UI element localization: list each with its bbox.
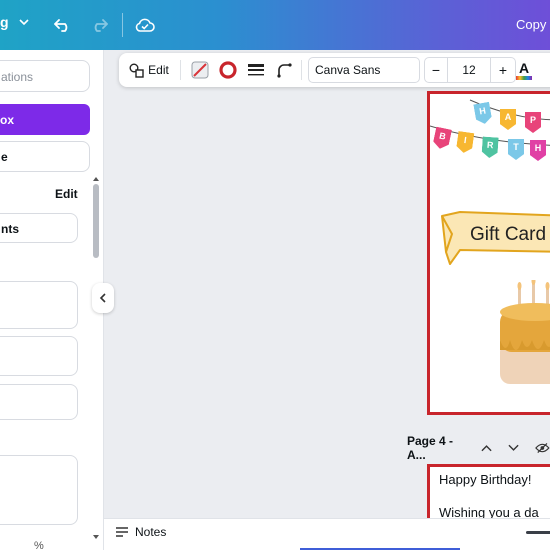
more-options-icon[interactable] [545,53,550,87]
gift-card-title: Gift Card [470,224,547,245]
primary-action-button[interactable]: ox [0,104,90,135]
scrollbar[interactable] [92,176,100,542]
page-controls: Page 4 - A... [407,434,550,462]
border-weight-icon [248,64,264,76]
scroll-up-icon[interactable] [92,176,100,182]
cloud-saved-icon[interactable] [134,14,156,36]
no-fill-icon [191,61,209,79]
list-item[interactable]: nts [0,213,78,243]
edit-link[interactable]: Edit [55,187,78,201]
top-bar: g Copy o [0,0,550,50]
panel-card[interactable] [0,455,78,525]
font-family-select[interactable]: Canva Sans [308,57,420,83]
corner-rounding-button[interactable] [273,53,295,87]
search-placeholder: ations [1,70,34,84]
page-title-label[interactable]: Page 4 - A... [407,434,469,462]
toolbar-divider [301,60,302,80]
notes-icon [116,527,128,537]
zoom-slider[interactable] [526,531,550,534]
secondary-action-label: e [1,150,8,164]
font-size-decrease-button[interactable]: − [425,62,447,78]
border-color-icon [219,61,237,79]
notes-button[interactable]: Notes [115,525,166,539]
chevron-down-icon[interactable] [508,443,519,453]
chevron-down-icon [18,17,29,27]
corner-rounding-icon [277,63,292,78]
notes-label: Notes [135,525,167,539]
edit-button-label: Edit [148,63,169,77]
color-swatch-bar [516,75,532,80]
element-toolbar: Edit Canva Sans − 12 + A [119,53,550,87]
search-input[interactable]: ations [0,60,90,92]
design-page-4[interactable]: H A P B I R T H D Gift Card [427,91,550,415]
font-size-stepper: − 12 + [424,57,516,83]
scroll-down-icon[interactable] [92,534,100,540]
page5-heading: Happy Birthday! [439,472,532,487]
chevron-left-icon [99,293,106,303]
file-menu-label: g [0,14,9,30]
undo-icon[interactable] [52,14,74,36]
text-color-button[interactable]: A [513,53,535,87]
redo-icon[interactable] [88,14,110,36]
file-menu[interactable]: g [0,14,29,30]
shapes-icon [129,63,144,78]
bottom-bar: Notes [104,518,550,550]
chevron-up-icon[interactable] [481,443,492,453]
collapse-panel-button[interactable] [92,283,114,313]
font-size-input[interactable]: 12 [447,58,491,82]
toolbar-divider [180,60,181,80]
left-side-panel: ations ox e Edit nts % [0,50,104,550]
border-style-button[interactable] [245,53,267,87]
edit-image-button[interactable]: Edit [125,53,173,87]
font-family-value: Canva Sans [315,63,381,77]
panel-card[interactable] [0,281,78,329]
birthday-cake-icon [500,280,550,384]
secondary-action-button[interactable]: e [0,141,90,172]
scrollbar-thumb[interactable] [93,184,99,258]
share-copy-label[interactable]: Copy o [516,17,550,32]
text-color-icon: A [518,59,530,76]
toolbar-divider [122,13,123,37]
panel-card[interactable] [0,384,78,420]
zoom-percent-label: % [34,540,44,550]
panel-card[interactable] [0,336,78,376]
border-color-button[interactable] [217,53,239,87]
font-size-increase-button[interactable]: + [491,62,515,78]
list-item-label: nts [1,222,19,236]
hide-page-icon[interactable] [535,442,550,454]
fill-color-button[interactable] [189,53,211,87]
primary-action-label: ox [0,113,15,127]
